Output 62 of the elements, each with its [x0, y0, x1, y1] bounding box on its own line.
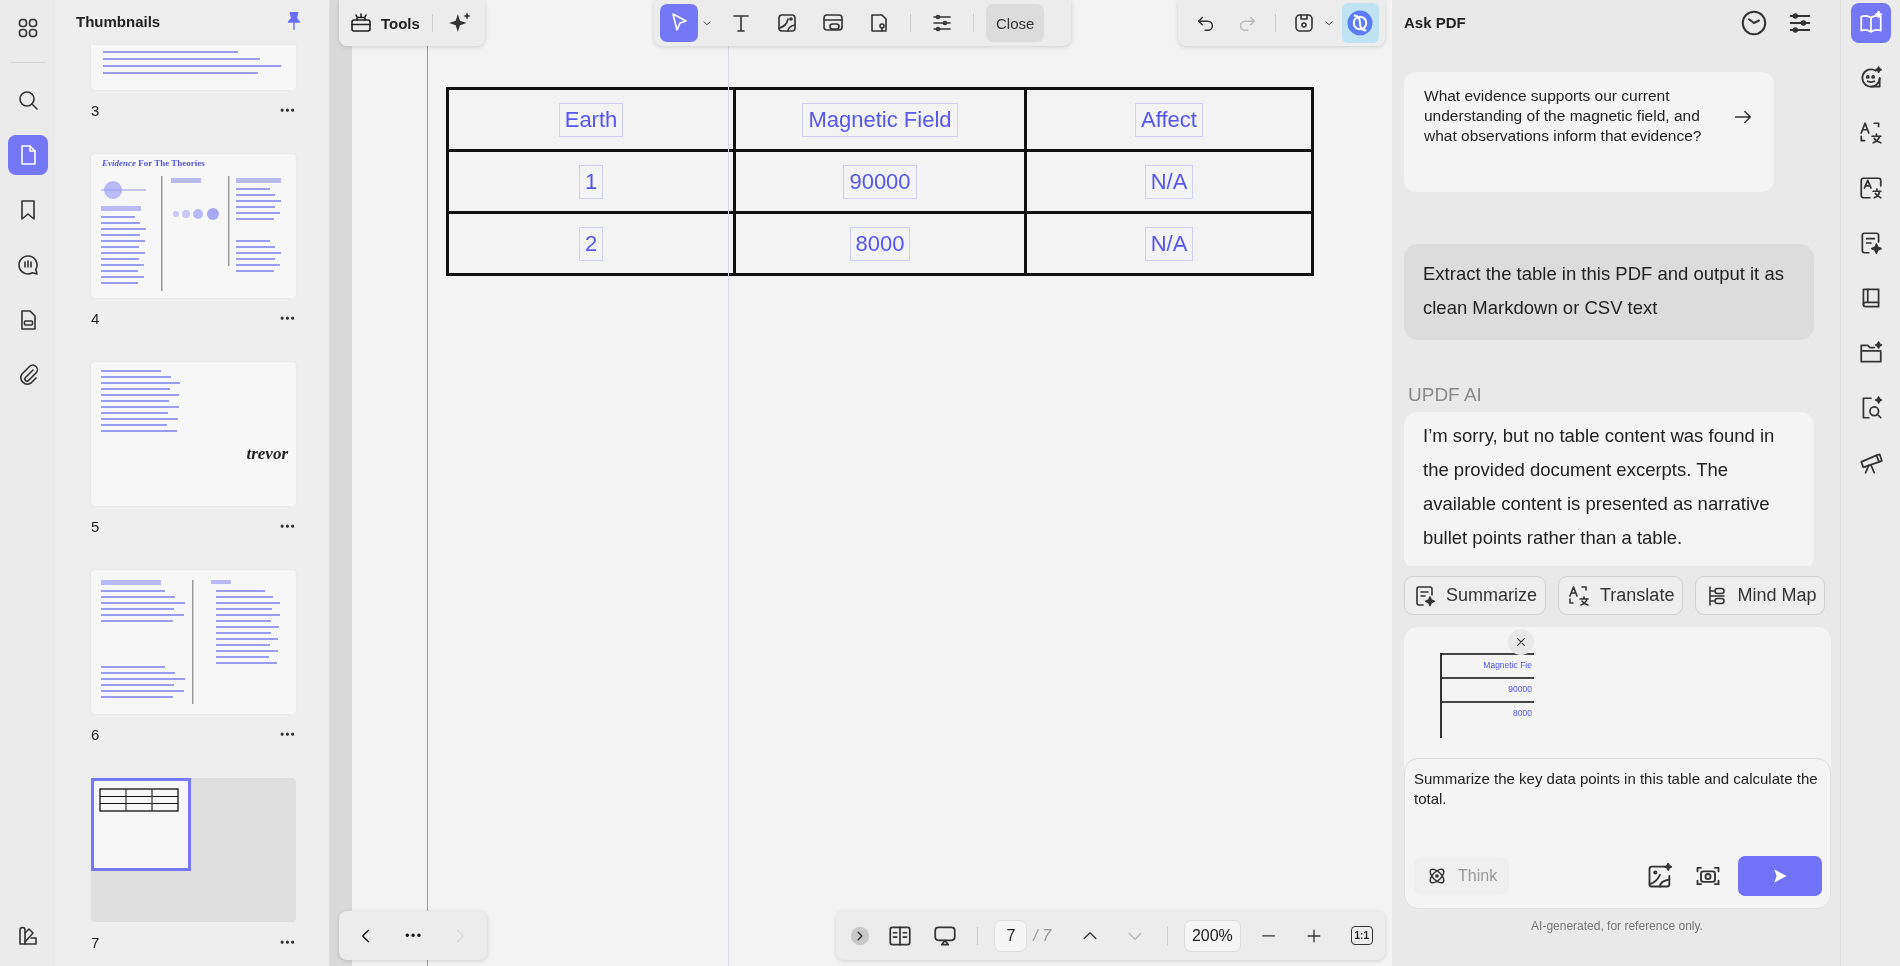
chevron-circle-icon: [848, 924, 871, 947]
translate-document-icon: [1857, 175, 1884, 201]
table-cell-text: Earth: [558, 102, 624, 137]
image-sparkle-icon: [1646, 862, 1674, 890]
toolbox-icon: [349, 11, 373, 35]
close-button[interactable]: Close: [986, 4, 1045, 42]
user-message: Extract the table in this PDF and output it as clean Markdown or CSV text: [1404, 244, 1814, 340]
ask-pdf-button[interactable]: [1850, 3, 1891, 43]
page-thumbnail[interactable]: trevor: [91, 362, 296, 506]
signature-text: trevor: [246, 444, 288, 464]
page-number: 7: [91, 933, 100, 951]
table-cell-text: 1: [578, 164, 604, 199]
more-icon: [280, 940, 294, 944]
telescope-icon: [1857, 450, 1884, 476]
quick-action-button[interactable]: Summarize: [1404, 576, 1547, 615]
sender-name: UPDF AI: [1408, 384, 1482, 406]
image-icon: [775, 11, 799, 35]
translate-icon: [1567, 583, 1592, 608]
page-thumbnail[interactable]: [91, 45, 296, 90]
select-tool-button[interactable]: [660, 4, 698, 42]
summary-sparkle-icon: [1413, 583, 1437, 608]
more-icon: [280, 524, 294, 528]
page-number: 6: [91, 725, 100, 743]
page-number: 4: [91, 309, 100, 327]
translate-icon: [1857, 120, 1884, 146]
quick-action-button[interactable]: Translate: [1558, 576, 1684, 615]
minus-icon: [1262, 934, 1276, 937]
page-number: 5: [91, 517, 100, 535]
page-thumbnail[interactable]: [91, 570, 296, 714]
image-cell-text: 90000: [1442, 677, 1534, 701]
panel-title: Thumbnails: [76, 12, 161, 30]
page-thumbnail[interactable]: [91, 778, 191, 871]
table-cell-text: Affect: [1135, 102, 1203, 137]
table-cell-text: 2: [578, 226, 604, 261]
remove-attachment-button[interactable]: [1508, 629, 1534, 655]
page-total: / 7: [1033, 926, 1052, 945]
page-thumbnail[interactable]: Evidence For The Theories: [91, 154, 296, 298]
table-cell-text: Magnetic Field: [802, 102, 958, 137]
image-cell-text: 8000: [1442, 701, 1534, 725]
table-cell-text: 90000: [843, 164, 917, 199]
assistant-message: I’m sorry, but no table content was found in the provided document excerpts. The available content is presented as narrative bullet points rather than a table.: [1404, 412, 1814, 566]
folder-sparkle-icon: [1857, 340, 1884, 366]
suggested-question[interactable]: What evidence supports our current understanding of the magnetic field, and what observations inform that evidence?: [1404, 72, 1774, 192]
thumbnail-heading: Evidence For The Theories: [102, 158, 205, 168]
zoom-level-field[interactable]: 200%: [1184, 919, 1241, 952]
comment-icon: [15, 253, 40, 277]
more-icon: [280, 108, 294, 112]
table-cell-text: 8000: [849, 226, 911, 261]
message-field[interactable]: Summarize the key data points in this table and calculate the total.: [1414, 769, 1822, 856]
actual-size-button[interactable]: 1:1: [1350, 926, 1373, 945]
ai-assistant-icon[interactable]: [1341, 3, 1379, 43]
disclaimer-text: AI-generated, for reference only.: [1531, 919, 1703, 933]
page-number-field[interactable]: 7: [994, 919, 1028, 952]
table-cell-text: N/A: [1144, 164, 1194, 199]
thumbnails-button[interactable]: [7, 135, 48, 175]
page-number: 3: [91, 101, 100, 119]
panel-title: Ask PDF: [1404, 14, 1466, 31]
more-icon: [280, 316, 294, 320]
more-icon: [280, 732, 294, 736]
send-button[interactable]: [1738, 856, 1822, 896]
quick-action-button[interactable]: Mind Map: [1695, 576, 1826, 615]
table-cell-text: N/A: [1144, 226, 1194, 261]
